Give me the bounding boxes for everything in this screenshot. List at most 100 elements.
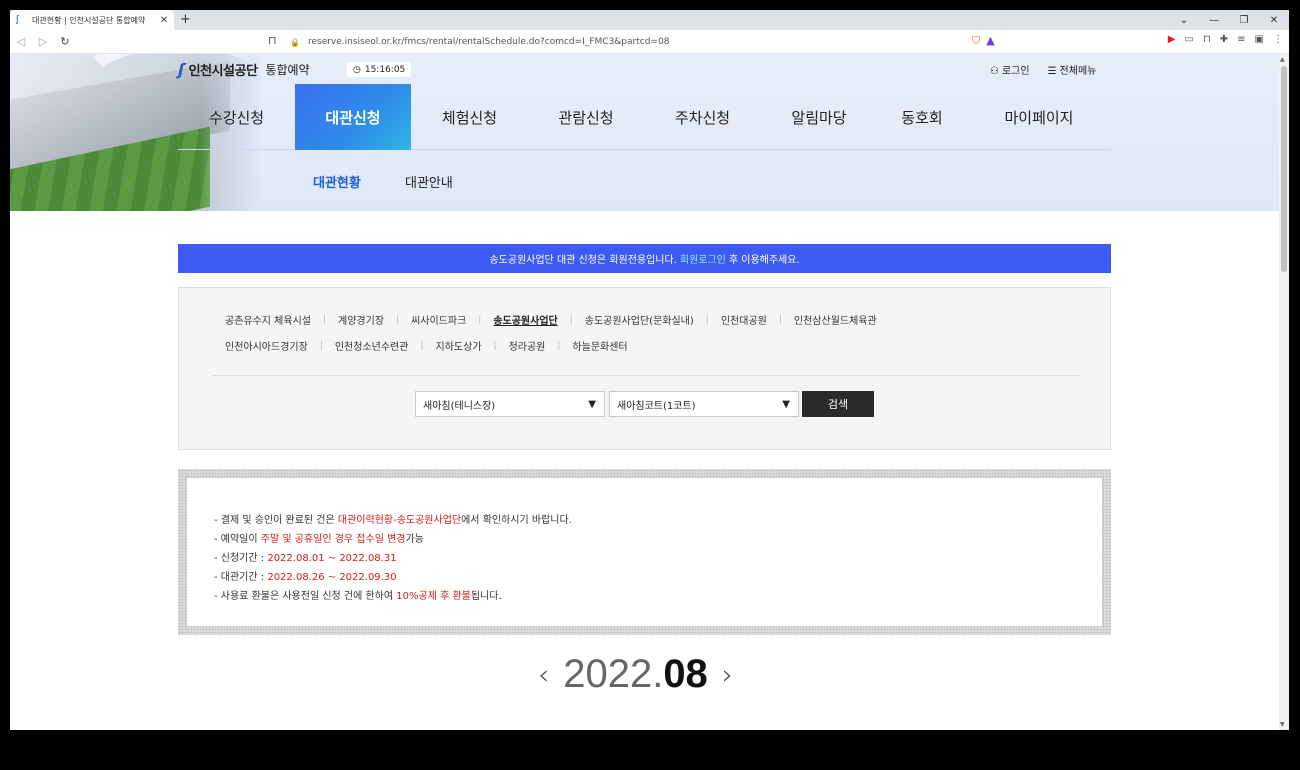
info-line: - 대관기간 : 2022.08.26 ~ 2022.09.30 (214, 572, 397, 583)
youtube-extension-icon[interactable]: ▶ (1168, 34, 1176, 45)
month-navigator: ‹ 2022.08 › (538, 652, 733, 697)
gnb-item-rental[interactable]: 대관신청 (295, 84, 411, 150)
restore-button[interactable]: ❐ (1229, 15, 1259, 26)
web-page: ʃ 인천시설공단 통합예약 ◷ 15:16:05 ⚇ 로그인 ☰ 전체메뉴 수강신청… (10, 54, 1279, 730)
login-link[interactable]: ⚇ 로그인 (990, 62, 1030, 77)
next-month-icon[interactable]: › (722, 658, 733, 691)
main-navigation: 수강신청 대관신청 체험신청 관람신청 주차신청 알림마당 동호회 마이페이지 (178, 84, 1111, 150)
header-hero: ʃ 인천시설공단 통합예약 ◷ 15:16:05 ⚇ 로그인 ☰ 전체메뉴 수강신청… (10, 54, 1279, 211)
media-queue-icon[interactable]: ≡ (1237, 34, 1245, 45)
new-tab-button[interactable]: + (180, 12, 191, 27)
gnb-item-lessons[interactable]: 수강신청 (178, 84, 295, 150)
current-month: 2022.08 (563, 652, 708, 696)
gnb-item-parking[interactable]: 주차신청 (644, 84, 761, 150)
member-login-link[interactable]: 회원로그인 (680, 251, 726, 266)
browser-menu-icon[interactable]: ⋮ (1273, 34, 1283, 45)
logo-sub: 통합예약 (265, 63, 310, 77)
window-controls: ⌄ — ❐ ✕ (1169, 10, 1289, 30)
facility-row-2: 인천아시아드경기장 | 인천청소년수련관 | 지하도상가 | 청라공원 | 하늘문화센터 (225, 338, 628, 354)
wallet-icon[interactable]: ▣ (1255, 34, 1264, 45)
forward-icon[interactable]: ▷ (32, 35, 54, 48)
facility-tab[interactable]: 지하도상가 (436, 338, 482, 353)
venue-select-value: 새아침(테니스장) (423, 400, 496, 412)
member-notice-bar: 송도공원사업단 대관 신청은 회원전용입니다. 회원로그인 후 이용해주세요. (178, 244, 1111, 273)
notice-text-after: 후 이용해주세요. (728, 255, 800, 266)
browser-window: ʃ 대관현황 | 인천시설공단 통합예약 ✕ + ⌄ — ❐ ✕ ◁ ▷ ↻ ⊓… (10, 10, 1289, 730)
minimize-button[interactable]: — (1199, 15, 1229, 26)
reload-icon[interactable]: ↻ (54, 35, 76, 48)
divider (212, 375, 1080, 376)
facility-tab[interactable]: 청라공원 (509, 338, 546, 353)
address-bar[interactable]: 🔒 reserve.insiseol.or.kr/fmcs/rental/ren… (290, 33, 964, 51)
logo-name: 인천시설공단 (188, 64, 258, 79)
tab-search-icon[interactable]: ⌄ (1169, 15, 1199, 26)
facility-tab[interactable]: 인천삼산월드체육관 (794, 312, 877, 327)
facility-tab[interactable]: 계양경기장 (338, 312, 384, 327)
hamburger-icon: ☰ (1047, 66, 1057, 77)
info-line: - 결제 및 승인이 완료된 건은 대관이력현황-송도공원사업단에서 확인하시기… (214, 515, 572, 526)
facility-row-1: 공촌유수지 체육시설 | 계양경기장 | 씨사이드파크 | 송도공원사업단 | 송도공원… (225, 312, 877, 328)
court-select-value: 새아침코트(1코트) (617, 400, 696, 412)
facility-tab[interactable]: 송도공원사업단(문화실내) (585, 312, 694, 327)
venue-select[interactable]: 새아침(테니스장) ▼ (415, 391, 605, 417)
facility-tab[interactable]: 하늘문화센터 (572, 338, 627, 353)
page-scrollbar[interactable]: ▲ ▼ (1279, 54, 1289, 730)
clock-time: 15:16:05 (364, 64, 406, 75)
logo-mark-icon: ʃ (178, 60, 185, 79)
gnb-item-viewing[interactable]: 관람신청 (528, 84, 644, 150)
back-icon[interactable]: ◁ (10, 35, 32, 48)
info-line: - 신청기간 : 2022.08.01 ~ 2022.08.31 (214, 553, 397, 564)
site-favicon-icon: ʃ (16, 14, 20, 25)
info-box: - 결제 및 승인이 완료된 건은 대관이력현황-송도공원사업단에서 확인하시기… (178, 469, 1111, 635)
notice-text: 송도공원사업단 대관 신청은 회원전용입니다. (489, 255, 677, 266)
extension-icon[interactable]: ▭ (1185, 34, 1194, 45)
lock-icon: 🔒 (290, 37, 300, 47)
facility-tab[interactable]: 공촌유수지 체육시설 (225, 312, 311, 327)
gnb-item-club[interactable]: 동호회 (877, 84, 967, 150)
lnb-item-rental-guide[interactable]: 대관안내 (405, 172, 453, 191)
clock-badge: ◷ 15:16:05 (347, 62, 412, 77)
facility-tab[interactable]: 인천대공원 (721, 312, 767, 327)
clock-icon: ◷ (353, 64, 361, 75)
info-panel: - 결제 및 승인이 완료된 건은 대관이력현황-송도공원사업단에서 확인하시기… (186, 477, 1103, 627)
all-menu-label: 전체메뉴 (1059, 66, 1097, 77)
facility-tab[interactable]: 인천청소년수련관 (335, 338, 409, 353)
lnb-item-rental-status[interactable]: 대관현황 (313, 172, 361, 191)
login-label: 로그인 (1001, 66, 1030, 77)
bookmark-icon[interactable]: ⊓ (268, 34, 277, 47)
all-menu-link[interactable]: ☰ 전체메뉴 (1048, 62, 1097, 77)
brave-rewards-icon[interactable]: ▲ (986, 34, 994, 48)
gnb-item-notice[interactable]: 알림마당 (761, 84, 877, 150)
prev-month-icon[interactable]: ‹ (538, 658, 549, 691)
browser-tab[interactable]: ʃ 대관현황 | 인천시설공단 통합예약 ✕ (10, 10, 174, 30)
brave-shield-icon[interactable]: ⛉ (972, 34, 980, 48)
dropdown-arrow-icon: ▼ (782, 398, 790, 410)
extensions-puzzle-icon[interactable]: ✚ (1220, 34, 1228, 45)
facility-tab[interactable]: 씨사이드파크 (411, 312, 466, 327)
scroll-down-icon[interactable]: ▼ (1280, 721, 1285, 728)
gnb-item-experience[interactable]: 체험신청 (411, 84, 528, 150)
url-text: reserve.insiseol.or.kr/fmcs/rental/renta… (307, 37, 670, 47)
scroll-thumb[interactable] (1281, 66, 1287, 272)
close-window-button[interactable]: ✕ (1259, 15, 1289, 26)
gnb-item-mypage[interactable]: 마이페이지 (967, 84, 1111, 150)
tab-bar: ʃ 대관현황 | 인천시설공단 통합예약 ✕ + ⌄ — ❐ ✕ (10, 10, 1289, 30)
bookmarks-icon[interactable]: ⊓ (1203, 34, 1211, 45)
info-line: - 예약일이 주말 및 공휴일인 경우 접수일 변경가능 (214, 534, 424, 545)
extensions-area: ▶ ▭ ⊓ ✚ ≡ ▣ ⋮ (1168, 34, 1283, 45)
court-select[interactable]: 새아침코트(1코트) ▼ (609, 391, 799, 417)
scroll-up-icon[interactable]: ▲ (1280, 56, 1285, 63)
info-line: - 사용료 환불은 사용전일 신청 건에 한하여 10%공제 후 환불됩니다. (214, 591, 502, 602)
user-icon: ⚇ (990, 66, 999, 77)
facility-tab-active[interactable]: 송도공원사업단 (493, 312, 557, 327)
search-button[interactable]: 검색 (802, 391, 874, 417)
facility-selector: 공촌유수지 체육시설 | 계양경기장 | 씨사이드파크 | 송도공원사업단 | 송도공원… (178, 287, 1111, 450)
facility-tab[interactable]: 인천아시아드경기장 (225, 338, 308, 353)
tab-close-icon[interactable]: ✕ (158, 15, 170, 26)
info-list: - 결제 및 승인이 완료된 건은 대관이력현황-송도공원사업단에서 확인하시기… (214, 511, 572, 606)
brave-shields: ⛉ ▲ (972, 34, 995, 48)
site-logo[interactable]: ʃ 인천시설공단 통합예약 (178, 60, 310, 79)
browser-toolbar: ◁ ▷ ↻ ⊓ 🔒 reserve.insiseol.or.kr/fmcs/re… (10, 30, 1289, 54)
dropdown-arrow-icon: ▼ (588, 398, 596, 410)
tab-title: 대관현황 | 인천시설공단 통합예약 (32, 15, 146, 25)
